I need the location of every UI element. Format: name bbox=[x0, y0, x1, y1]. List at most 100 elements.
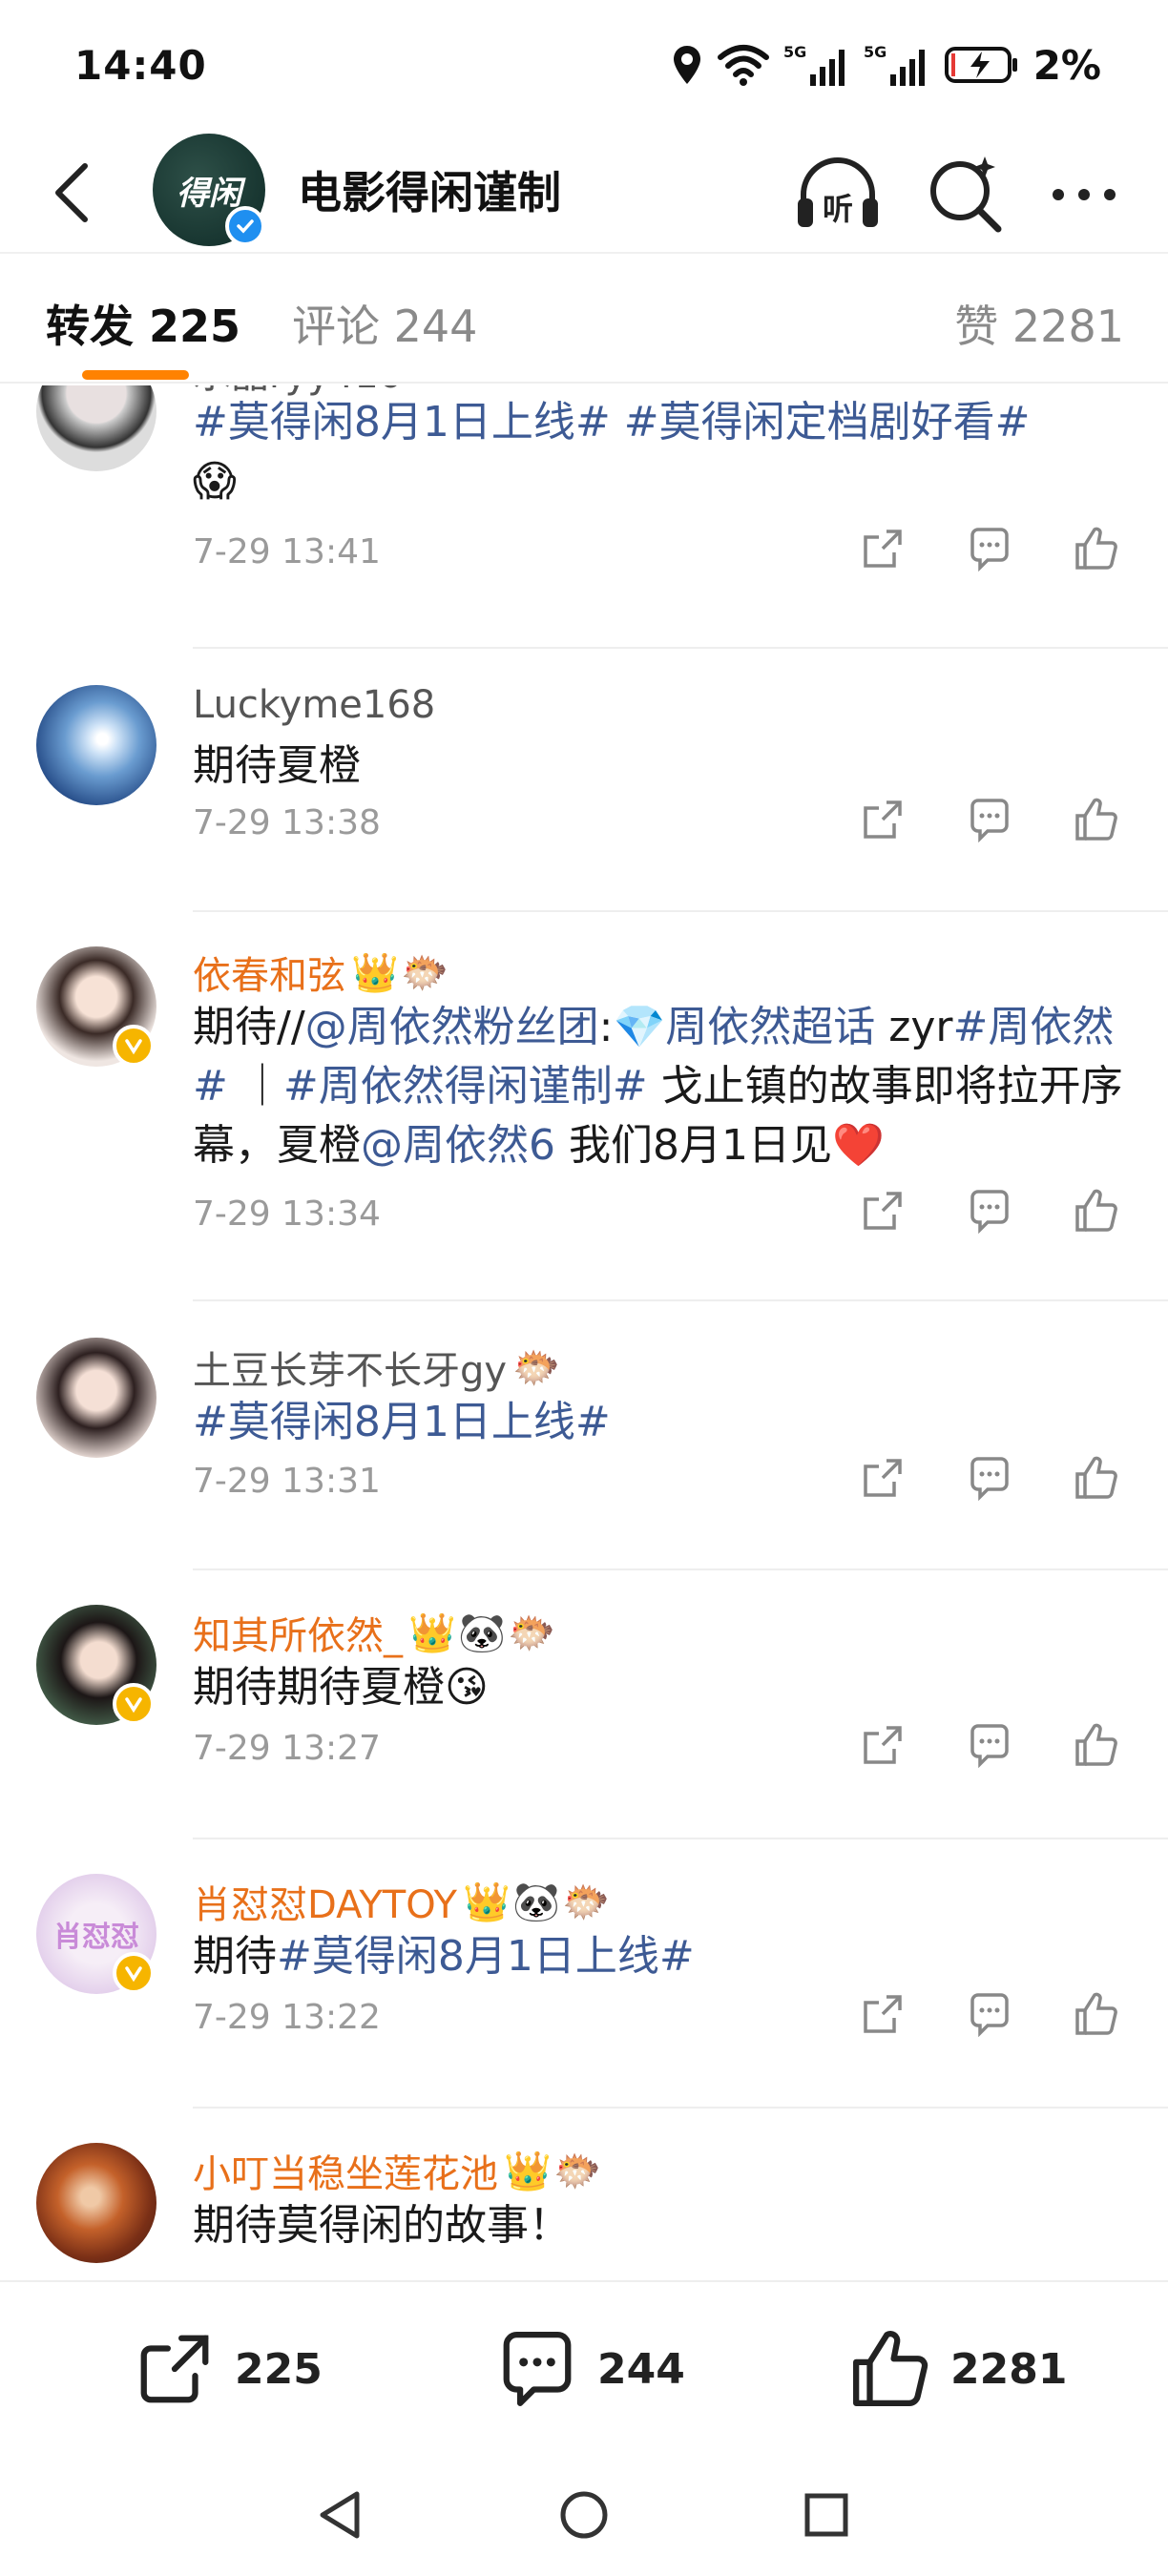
panda-badge-icon: 🐼 bbox=[458, 1610, 506, 1655]
search-button[interactable] bbox=[922, 151, 1010, 239]
user-name-text: 小叮当稳坐莲花池 bbox=[193, 2152, 498, 2196]
fish-badge-icon: 🐡 bbox=[562, 1880, 610, 1924]
heart-emoji: ❤️ bbox=[831, 1121, 885, 1170]
comment-bubble-icon bbox=[503, 2332, 572, 2406]
emoji-shock: 😱 bbox=[193, 457, 237, 506]
fish-badge-icon: 🐡 bbox=[512, 1345, 560, 1390]
share-icon[interactable] bbox=[859, 1187, 907, 1235]
comment-icon[interactable] bbox=[966, 796, 1013, 843]
like-icon[interactable] bbox=[1073, 1454, 1120, 1502]
text-segment: 期待期待夏橙 bbox=[193, 1663, 445, 1712]
user-name[interactable]: 土豆长芽不长牙gy 🐡 bbox=[193, 1340, 560, 1395]
status-indicators: 5G 5G 2% bbox=[671, 38, 1101, 92]
repost-icon bbox=[140, 2335, 209, 2403]
post-time: 7-29 13:38 bbox=[193, 803, 381, 842]
wifi-icon bbox=[717, 44, 770, 86]
like-icon[interactable] bbox=[1073, 1990, 1120, 2038]
crown-badge-icon: 👑 bbox=[504, 2149, 552, 2193]
avatar[interactable] bbox=[36, 385, 156, 471]
avatar[interactable] bbox=[36, 685, 156, 805]
back-arrow-icon bbox=[55, 163, 88, 222]
post-text: 期待#莫得闲8月1日上线# bbox=[193, 1927, 1137, 1986]
verified-badge-icon bbox=[113, 1025, 155, 1067]
text-segment: ｜ bbox=[227, 1062, 283, 1111]
more-button[interactable] bbox=[1040, 151, 1128, 239]
post-text: 期待夏橙 bbox=[193, 741, 361, 790]
system-nav-bar bbox=[0, 2452, 1168, 2576]
repost-button[interactable]: 225 bbox=[134, 2328, 323, 2410]
comment-icon[interactable] bbox=[966, 1990, 1013, 2038]
user-name[interactable]: 小叮当稳坐莲花池 👑 🐡 bbox=[193, 2143, 601, 2198]
top-nav: 得闲 电影得闲谨制 听 bbox=[0, 134, 1168, 254]
hashtag-link[interactable]: #莫得闲定档剧好看# bbox=[624, 398, 1031, 447]
active-tab-indicator bbox=[82, 370, 189, 380]
fish-badge-icon: 🐡 bbox=[553, 2149, 601, 2193]
repost-list[interactable]: 水晶ryy410 #莫得闲8月1日上线# #莫得闲定档剧好看# 😱 7-29 1… bbox=[0, 385, 1168, 2280]
avatar[interactable] bbox=[36, 2143, 156, 2263]
hashtag-link[interactable]: #莫得闲8月1日上线# bbox=[193, 1398, 611, 1446]
user-name[interactable]: 知其所依然_ 👑 🐼 🐡 bbox=[193, 1605, 555, 1660]
text-segment: 期待// bbox=[193, 1003, 305, 1051]
nav-recents-button[interactable] bbox=[798, 2486, 855, 2544]
tab-comment[interactable]: 评论 244 bbox=[292, 292, 477, 355]
hashtag-link[interactable]: #莫得闲8月1日上线# bbox=[277, 1932, 695, 1981]
square-recents-icon bbox=[804, 2493, 848, 2537]
tab-bar: 转发 225 评论 244 赞 2281 bbox=[0, 254, 1168, 384]
comment-icon[interactable] bbox=[966, 1187, 1013, 1235]
text-segment: 期待 bbox=[193, 1932, 277, 1981]
comment-icon[interactable] bbox=[966, 1721, 1013, 1769]
text-segment: zyr bbox=[875, 1003, 953, 1051]
comment-icon[interactable] bbox=[966, 1454, 1013, 1502]
like-count: 2281 bbox=[950, 2344, 1068, 2394]
list-item: 知其所依然_ 👑 🐼 🐡 期待期待夏橙😘 7-29 13:27 bbox=[0, 1570, 1168, 1839]
like-icon[interactable] bbox=[1073, 1187, 1120, 1235]
status-time: 14:40 bbox=[74, 42, 207, 89]
like-button[interactable]: 2281 bbox=[849, 2328, 1067, 2410]
user-name-text: 肖怼怼DAYTOY bbox=[193, 1883, 457, 1927]
avatar[interactable] bbox=[36, 1338, 156, 1458]
hashtag-link[interactable]: #周依然得闲谨制# bbox=[283, 1062, 648, 1111]
post-time: 7-29 13:31 bbox=[193, 1462, 381, 1501]
share-icon[interactable] bbox=[859, 525, 907, 572]
hashtag-link[interactable]: #莫得闲8月1日上线# bbox=[193, 398, 611, 447]
user-name[interactable]: Luckyme168 bbox=[193, 683, 435, 727]
post-actions bbox=[859, 1990, 1120, 2038]
tab-like[interactable]: 赞 2281 bbox=[954, 292, 1124, 355]
comment-button[interactable]: 244 bbox=[496, 2328, 685, 2410]
more-dots-icon bbox=[1053, 189, 1116, 200]
like-icon[interactable] bbox=[1073, 1721, 1120, 1769]
list-item: 依春和弦 👑 🐡 期待//@周依然粉丝团:💎周依然超话 zyr#周依然# ｜#周… bbox=[0, 912, 1168, 1301]
user-name[interactable]: 肖怼怼DAYTOY 👑 🐼 🐡 bbox=[193, 1874, 610, 1929]
fish-badge-icon: 🐡 bbox=[508, 1610, 555, 1655]
bottom-action-bar: 225 244 2281 bbox=[0, 2280, 1168, 2452]
share-icon[interactable] bbox=[859, 1721, 907, 1769]
list-item: Luckyme168 期待夏橙 7-29 13:38 bbox=[0, 649, 1168, 912]
mention-link[interactable]: @周依然粉丝团 bbox=[305, 1003, 599, 1051]
list-item: 水晶ryy410 #莫得闲8月1日上线# #莫得闲定档剧好看# 😱 7-29 1… bbox=[0, 385, 1168, 649]
post-time: 7-29 13:34 bbox=[193, 1195, 381, 1234]
back-button[interactable] bbox=[38, 156, 105, 229]
crown-badge-icon: 👑 bbox=[463, 1880, 511, 1924]
user-name[interactable]: 依春和弦 👑 🐡 bbox=[193, 945, 448, 1000]
listen-button[interactable]: 听 bbox=[794, 151, 882, 239]
nav-back-button[interactable] bbox=[311, 2486, 368, 2544]
share-icon[interactable] bbox=[859, 796, 907, 843]
post-time: 7-29 13:27 bbox=[193, 1729, 381, 1768]
battery-charging-icon bbox=[944, 44, 1020, 86]
like-icon[interactable] bbox=[1073, 796, 1120, 843]
triangle-back-icon bbox=[320, 2491, 360, 2539]
post-actions bbox=[859, 1721, 1120, 1769]
account-name[interactable]: 电影得闲谨制 bbox=[298, 158, 561, 221]
like-icon[interactable] bbox=[1073, 525, 1120, 572]
tab-repost[interactable]: 转发 225 bbox=[46, 292, 240, 355]
comment-icon[interactable] bbox=[966, 525, 1013, 572]
headphone-listen-icon: 听 bbox=[798, 157, 878, 227]
super-topic-link[interactable]: 💎周依然超话 bbox=[613, 1003, 875, 1051]
mention-link[interactable]: @周依然6 bbox=[361, 1121, 555, 1170]
list-item: 肖怼怼 肖怼怼DAYTOY 👑 🐼 🐡 期待#莫得闲8月1日上线# 7-29 1… bbox=[0, 1839, 1168, 2109]
share-icon[interactable] bbox=[859, 1454, 907, 1502]
nav-home-button[interactable] bbox=[555, 2486, 613, 2544]
share-icon[interactable] bbox=[859, 1990, 907, 2038]
signal-5g-icon: 5G bbox=[783, 42, 850, 88]
post-text: 期待莫得闲的故事！ bbox=[193, 2201, 571, 2250]
